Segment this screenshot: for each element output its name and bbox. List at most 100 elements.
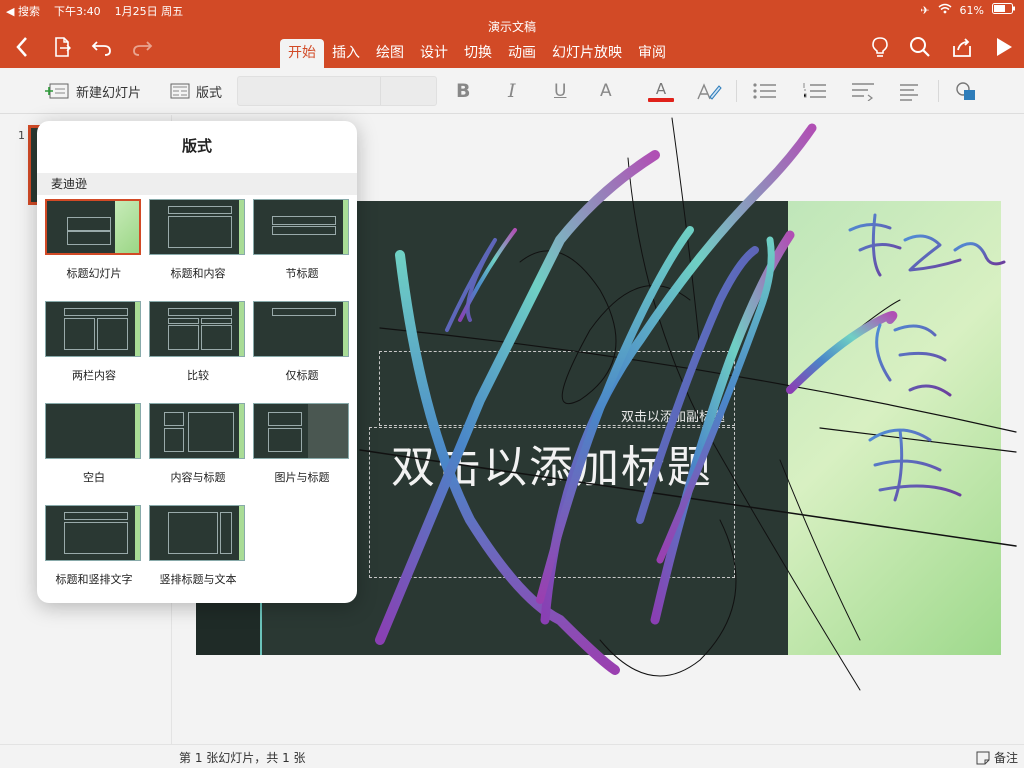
slide-count: 第 1 张幻灯片，共 1 张 <box>179 751 306 765</box>
font-effects-button[interactable]: A <box>600 76 612 106</box>
date: 1月25日 周五 <box>114 5 184 18</box>
ribbon-divider <box>736 80 737 102</box>
layout-thumbnail <box>45 301 141 357</box>
tab-review[interactable]: 审阅 <box>630 39 674 68</box>
thumb-green-strip <box>239 404 244 458</box>
layout-option-picture-caption[interactable]: 图片与标题 <box>253 403 351 499</box>
thumb-box <box>64 318 95 350</box>
search-button[interactable] <box>906 34 934 60</box>
layout-option-content-caption[interactable]: 内容与标题 <box>149 403 247 499</box>
layout-label: 版式 <box>196 85 223 101</box>
thumb-box <box>64 522 128 554</box>
subtitle-placeholder-text: 双击以添加副标题 <box>620 410 725 425</box>
highlight-button[interactable] <box>696 76 722 106</box>
thumb-box <box>168 308 232 316</box>
thumb-box <box>164 412 184 426</box>
layout-thumbnail <box>45 403 141 459</box>
back-to-app-link[interactable]: ◀ 搜索 <box>6 3 40 19</box>
layout-popover: 版式 麦迪逊 标题幻灯片 标题和内容 节标题 两栏内容 比较 仅标题 空白 内容… <box>37 121 357 603</box>
layout-option-title-vertical-text[interactable]: 标题和竖排文字 <box>45 505 143 601</box>
thumb-green-panel <box>115 201 139 253</box>
shapes-icon <box>956 82 975 100</box>
layout-option-vertical-title-text[interactable]: 竖排标题与文本 <box>149 505 247 601</box>
new-slide-button[interactable]: 新建幻灯片 <box>44 76 141 106</box>
shapes-button[interactable] <box>954 76 978 106</box>
home-ribbon: 新建幻灯片 版式 B I U A A <box>0 68 1024 114</box>
layout-label: 比较 <box>187 369 209 382</box>
numbering-button[interactable] <box>802 76 828 106</box>
layout-button[interactable]: 版式 <box>170 76 222 106</box>
layout-thumbnail <box>149 199 245 255</box>
thumb-box <box>164 428 184 452</box>
file-menu-icon <box>55 37 71 57</box>
thumb-green-strip <box>343 200 348 254</box>
wifi-icon <box>938 3 952 17</box>
top-bar: ◀ 搜索 下午3:40 1月25日 周五 ✈ 61% 演示文稿 开始 插入 绘图… <box>0 0 1024 68</box>
thumb-box <box>64 512 128 520</box>
bold-button[interactable]: B <box>456 76 470 106</box>
layout-option-comparison[interactable]: 比较 <box>149 301 247 397</box>
file-button[interactable] <box>48 34 76 60</box>
document-title: 演示文稿 <box>487 20 536 34</box>
tab-design[interactable]: 设计 <box>412 39 456 68</box>
font-color-glyph: A <box>655 79 667 98</box>
tab-transitions[interactable]: 切换 <box>456 39 500 68</box>
thumb-green-strip <box>343 302 348 356</box>
layout-label: 标题幻灯片 <box>66 267 122 280</box>
layout-option-section-header[interactable]: 节标题 <box>253 199 351 295</box>
layout-thumbnail <box>45 505 141 561</box>
layout-label: 内容与标题 <box>170 471 226 484</box>
layout-option-two-content[interactable]: 两栏内容 <box>45 301 143 397</box>
undo-icon <box>91 41 111 56</box>
tell-me-button[interactable] <box>866 34 894 60</box>
align-left-icon <box>900 84 918 101</box>
tab-home[interactable]: 开始 <box>280 39 324 68</box>
align-button[interactable] <box>898 76 920 106</box>
thumb-box <box>64 308 128 316</box>
layout-option-title-slide[interactable]: 标题幻灯片 <box>45 199 143 295</box>
thumb-box <box>67 217 111 231</box>
theme-section-header: 麦迪逊 <box>37 173 357 195</box>
new-slide-icon <box>45 83 69 99</box>
tab-animations[interactable]: 动画 <box>500 39 544 68</box>
font-size-divider <box>380 77 381 105</box>
redo-icon <box>133 41 153 56</box>
bullets-button[interactable] <box>752 76 778 106</box>
layout-thumbnail <box>253 301 349 357</box>
redo-button[interactable] <box>128 34 156 60</box>
chevron-left-icon <box>16 37 27 57</box>
back-button[interactable] <box>8 34 36 60</box>
font-picker[interactable] <box>237 76 437 106</box>
layout-thumbnail <box>149 301 245 357</box>
layout-icon <box>170 83 190 99</box>
highlight-pen-icon <box>697 83 722 100</box>
layout-option-title-only[interactable]: 仅标题 <box>253 301 351 397</box>
airplane-icon: ✈ <box>920 3 930 17</box>
indent-button[interactable] <box>850 76 876 106</box>
new-slide-label: 新建幻灯片 <box>76 85 142 101</box>
thumb-box <box>268 412 302 426</box>
notes-icon <box>976 751 990 764</box>
layout-thumbnail <box>45 199 141 255</box>
thumb-green-strip <box>135 506 140 560</box>
layout-thumbnail <box>149 403 245 459</box>
thumb-green-strip <box>239 506 244 560</box>
play-slideshow-button[interactable] <box>990 34 1018 60</box>
italic-button[interactable]: I <box>508 76 516 106</box>
tab-slideshow[interactable]: 幻灯片放映 <box>544 39 630 68</box>
thumb-picture-area <box>308 404 348 458</box>
undo-button[interactable] <box>88 34 116 60</box>
notes-button[interactable]: 备注 <box>976 749 1018 766</box>
layout-option-title-content[interactable]: 标题和内容 <box>149 199 247 295</box>
thumb-box <box>188 412 234 452</box>
underline-button[interactable]: U <box>554 76 566 106</box>
share-button[interactable] <box>948 34 976 60</box>
bottom-status-bar: 第 1 张幻灯片，共 1 张 备注 <box>0 744 1024 768</box>
tab-draw[interactable]: 绘图 <box>368 39 412 68</box>
font-color-button[interactable]: A <box>648 76 674 106</box>
layout-option-blank[interactable]: 空白 <box>45 403 143 499</box>
layout-label: 标题和竖排文字 <box>55 573 133 586</box>
layout-label: 两栏内容 <box>72 369 116 382</box>
battery-percent: 61% <box>959 3 984 17</box>
tab-insert[interactable]: 插入 <box>324 39 368 68</box>
